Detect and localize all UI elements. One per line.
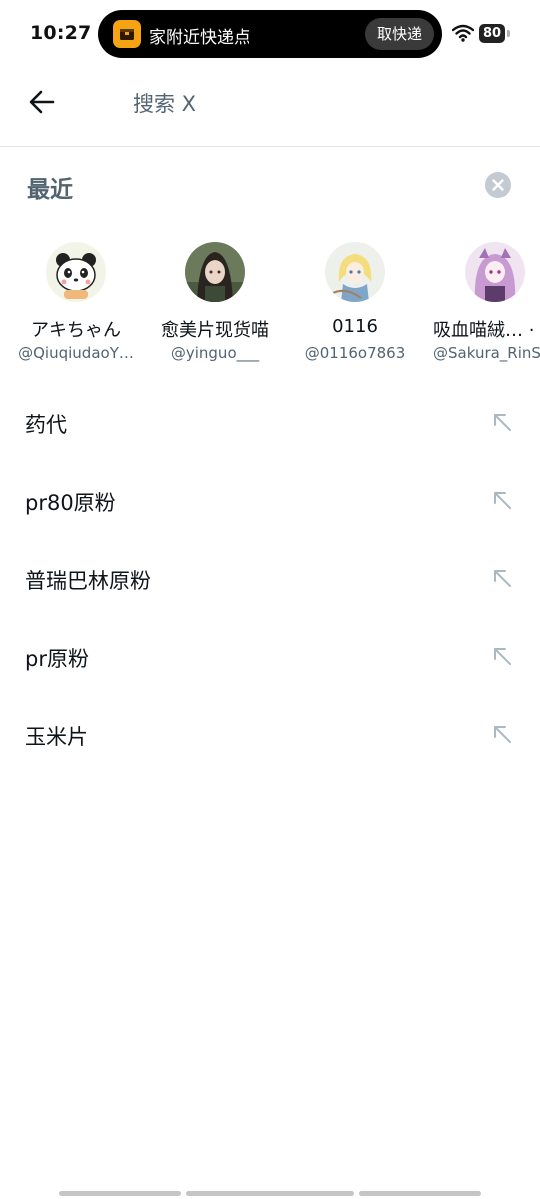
recent-user-handle: @yinguo___ xyxy=(170,344,260,362)
island-notification-text: 家附近快递点 xyxy=(149,28,249,45)
dynamic-island[interactable]: 家附近快递点 取快递 xyxy=(98,10,442,58)
recent-user-handle: @0116o7863 xyxy=(304,344,406,362)
avatar xyxy=(325,242,385,302)
arrow-up-left-icon[interactable] xyxy=(491,645,513,667)
clear-recent-button[interactable] xyxy=(485,172,511,198)
recent-user-name: 愈美片现货喵 xyxy=(161,320,269,341)
pickup-package-button[interactable]: 取快递 xyxy=(364,18,434,50)
recent-user-name: 吸血喵絨… · xyxy=(433,320,535,341)
history-query-text: pr80原粉 xyxy=(25,491,116,515)
battery-icon: 80 xyxy=(479,24,505,43)
battery-tip xyxy=(507,30,510,37)
gesture-bar-right[interactable] xyxy=(359,1191,481,1196)
back-arrow-icon xyxy=(29,90,55,114)
gesture-bar-center[interactable] xyxy=(186,1191,354,1196)
recent-user-card[interactable]: 0116 @0116o7863 xyxy=(285,240,425,370)
arrow-up-left-icon[interactable] xyxy=(491,567,513,589)
search-history-item[interactable]: 玉米片 xyxy=(0,695,540,773)
avatar xyxy=(185,242,245,302)
history-query-text: 药代 xyxy=(25,413,67,437)
recent-user-card[interactable]: 愈美片现货喵 @yinguo___ xyxy=(145,240,285,370)
recent-user-handle: @QiuqiudaoY… xyxy=(18,344,134,362)
recent-user-card[interactable]: アキちゃん @QiuqiudaoY… xyxy=(6,240,146,370)
search-history-list: 药代 pr80原粉 普瑞巴林原粉 pr原粉 玉米片 xyxy=(0,383,540,773)
close-icon xyxy=(492,179,504,191)
gesture-bar-left[interactable] xyxy=(59,1191,181,1196)
recent-title: 最近 xyxy=(27,177,73,203)
arrow-up-left-icon[interactable] xyxy=(491,411,513,433)
search-history-item[interactable]: pr原粉 xyxy=(0,617,540,695)
recent-user-card[interactable]: 吸血喵絨… · @Sakura_RinS xyxy=(425,240,540,370)
recent-users-row[interactable]: アキちゃん @QiuqiudaoY… 愈美片现货喵 @yinguo___ 011… xyxy=(0,240,540,370)
status-bar: 10:27 家附近快递点 取快递 80 xyxy=(0,0,540,66)
recent-user-name: 0116 xyxy=(332,316,378,337)
wifi-icon xyxy=(451,24,475,46)
avatar xyxy=(465,242,525,302)
avatar xyxy=(46,242,106,302)
history-query-text: 普瑞巴林原粉 xyxy=(25,569,151,593)
history-query-text: 玉米片 xyxy=(25,725,88,749)
search-history-item[interactable]: 普瑞巴林原粉 xyxy=(0,539,540,617)
search-history-item[interactable]: pr80原粉 xyxy=(0,461,540,539)
history-query-text: pr原粉 xyxy=(25,647,89,671)
search-input[interactable] xyxy=(133,86,493,120)
recent-user-name: アキちゃん xyxy=(31,320,121,341)
arrow-up-left-icon[interactable] xyxy=(491,489,513,511)
package-app-icon xyxy=(113,20,141,48)
search-history-item[interactable]: 药代 xyxy=(0,383,540,461)
status-time: 10:27 xyxy=(30,22,92,44)
back-button[interactable] xyxy=(26,86,58,118)
search-header xyxy=(0,66,540,147)
recent-user-handle: @Sakura_RinS xyxy=(433,344,540,362)
arrow-up-left-icon[interactable] xyxy=(491,723,513,745)
